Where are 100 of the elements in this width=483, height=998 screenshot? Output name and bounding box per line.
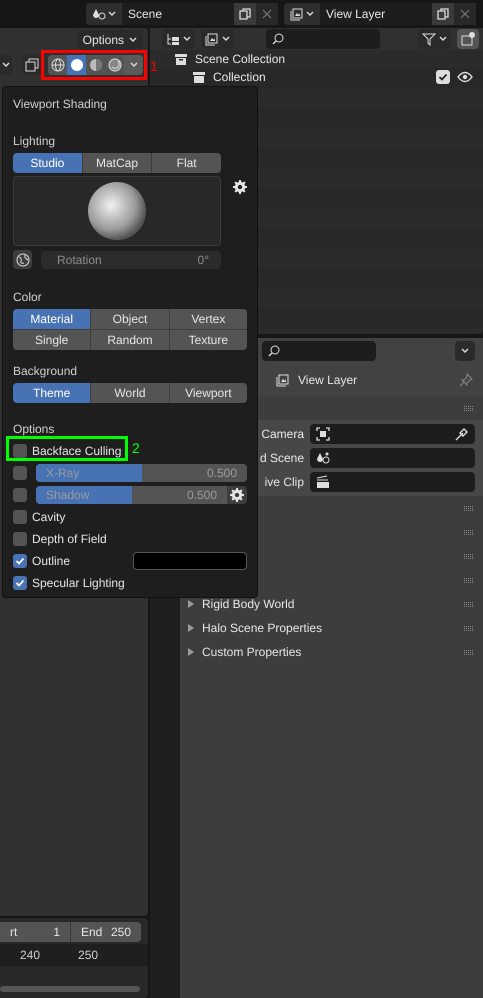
- option-label: Specular Lighting: [32, 576, 125, 590]
- mode-button[interactable]: MatCap: [82, 153, 152, 173]
- settings-icon[interactable]: [230, 488, 244, 502]
- caret-icon: [183, 36, 191, 42]
- scene-icon: [316, 451, 330, 465]
- search-field[interactable]: [262, 341, 376, 361]
- type-dropdown[interactable]: [86, 3, 122, 25]
- duplicate-icon: [238, 7, 252, 21]
- new-collection-button[interactable]: [457, 29, 479, 49]
- pin-icon[interactable]: [459, 373, 473, 387]
- mode-button[interactable]: Theme: [13, 383, 90, 403]
- caret-icon: [130, 62, 138, 68]
- option-label: Outline: [32, 554, 70, 568]
- tree-list-icon: [166, 32, 180, 46]
- scene-icon: [92, 7, 106, 21]
- color-swatch[interactable]: [133, 552, 247, 570]
- checkbox[interactable]: [13, 466, 27, 480]
- studio-light-preview[interactable]: [13, 176, 221, 246]
- options-dropdown[interactable]: Options: [76, 30, 143, 50]
- shading-mode-button[interactable]: [48, 55, 67, 75]
- display-mode-dropdown[interactable]: [162, 29, 195, 49]
- eye-icon[interactable]: [457, 71, 473, 83]
- caret-icon: [306, 11, 314, 17]
- outliner-item[interactable]: Scene Collection: [195, 52, 286, 66]
- caret-icon: [439, 36, 447, 42]
- duplicate-icon: [436, 7, 450, 21]
- layers-icon: [290, 7, 304, 21]
- clapperboard-icon: [316, 475, 330, 489]
- solid-sphere-icon: [70, 58, 84, 72]
- preferences-icon[interactable]: [233, 180, 247, 194]
- callout-number: 2: [132, 440, 140, 456]
- mode-button[interactable]: Material: [13, 309, 90, 329]
- context-title: View Layer: [298, 373, 358, 387]
- panel-header[interactable]: Custom Properties: [188, 645, 302, 659]
- option-label: Depth of Field: [32, 532, 107, 546]
- filter-dropdown[interactable]: [418, 29, 451, 49]
- section-heading: Color: [13, 290, 43, 304]
- section-heading: Options: [13, 422, 56, 436]
- object-field[interactable]: [310, 448, 475, 468]
- caret-icon: [2, 62, 10, 68]
- outliner-item[interactable]: Collection: [213, 70, 266, 84]
- caret-icon: [108, 11, 116, 17]
- end-frame-field[interactable]: End 250: [70, 922, 141, 942]
- name-field[interactable]: Scene: [122, 3, 234, 25]
- shading-dropdown-button[interactable]: [124, 55, 143, 75]
- field-label: ive Clip: [264, 475, 304, 489]
- popover-title: Viewport Shading: [13, 97, 108, 111]
- new-collection-icon: [461, 32, 475, 46]
- world-space-toggle[interactable]: [13, 250, 32, 269]
- close-icon: [262, 9, 272, 19]
- object-field[interactable]: [310, 424, 475, 444]
- duplicate-button[interactable]: [432, 3, 454, 25]
- eyedropper-icon[interactable]: [455, 427, 469, 441]
- duplicate-button[interactable]: [234, 3, 256, 25]
- caret-icon: [222, 36, 230, 42]
- mode-button[interactable]: Random: [91, 330, 169, 350]
- checkbox[interactable]: [13, 576, 27, 590]
- layers-icon: [205, 32, 219, 46]
- object-field[interactable]: [310, 472, 475, 492]
- checkbox[interactable]: [13, 488, 27, 502]
- type-dropdown[interactable]: [284, 3, 320, 25]
- close-icon: [460, 9, 470, 19]
- name-field[interactable]: View Layer: [320, 3, 432, 25]
- mode-button[interactable]: Texture: [170, 330, 247, 350]
- mode-button[interactable]: Studio: [13, 153, 82, 173]
- half-shaded-sphere-icon: [88, 58, 102, 72]
- frame-icon: [316, 427, 330, 441]
- search-field[interactable]: [266, 29, 380, 49]
- start-frame-field[interactable]: rt 1: [0, 922, 70, 942]
- frame-number: 240: [20, 948, 40, 962]
- checkbox[interactable]: [13, 510, 27, 524]
- mode-button[interactable]: Object: [91, 309, 169, 329]
- overlay-toggle-button[interactable]: [22, 55, 42, 75]
- view-layer-dropdown[interactable]: [201, 29, 234, 49]
- section-heading: Background: [13, 364, 78, 378]
- checkbox[interactable]: [13, 532, 27, 546]
- option-label: Backface Culling: [32, 444, 122, 458]
- checkbox[interactable]: [13, 554, 27, 568]
- dropdown-button[interactable]: [0, 55, 12, 75]
- mode-button[interactable]: World: [91, 383, 169, 403]
- field-label: Camera: [260, 427, 304, 441]
- mode-button[interactable]: Viewport: [170, 383, 247, 403]
- mode-button[interactable]: Vertex: [170, 309, 247, 329]
- include-checkbox[interactable]: [436, 70, 450, 84]
- option-label: Cavity: [32, 510, 66, 524]
- callout-number: 1: [150, 58, 158, 74]
- field-label: d Scene: [258, 451, 304, 465]
- mode-button[interactable]: Single: [13, 330, 90, 350]
- search-icon: [268, 345, 280, 357]
- panel-header[interactable]: Halo Scene Properties: [188, 621, 322, 635]
- caret-icon: [461, 348, 469, 354]
- frame-number: 250: [78, 948, 98, 962]
- shaded-sphere-icon: [108, 58, 122, 72]
- scrollbar[interactable]: [0, 986, 140, 992]
- options-dropdown[interactable]: [455, 341, 475, 361]
- checkbox[interactable]: [13, 444, 27, 458]
- shading-mode-button[interactable]: [67, 55, 86, 75]
- mode-button[interactable]: Flat: [152, 153, 221, 173]
- view-layer-icon: [276, 373, 290, 387]
- collection-icon: [174, 52, 188, 66]
